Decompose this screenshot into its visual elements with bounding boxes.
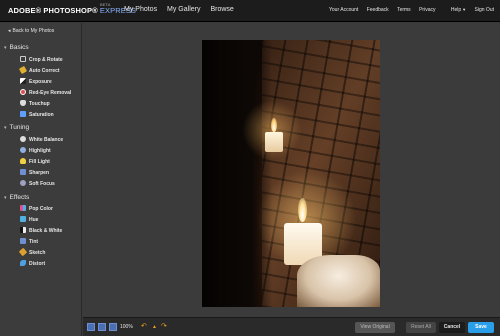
- view-single-icon[interactable]: [87, 323, 95, 331]
- triangle-down-icon: ▾: [4, 195, 7, 201]
- tool-label: Red-Eye Removal: [29, 90, 72, 96]
- tool-label: Pop Color: [29, 206, 53, 212]
- editing-canvas[interactable]: [83, 23, 500, 317]
- undo-icon[interactable]: ↶: [141, 323, 147, 331]
- bottom-toolbar: 100% ↶ ▲ ↷ View Original Reset All Cance…: [83, 317, 500, 336]
- triangle-down-icon: ▾: [4, 125, 7, 131]
- pop-color-icon: [20, 205, 26, 211]
- hue-icon: [20, 216, 26, 222]
- tool-highlight[interactable]: Highlight: [20, 147, 51, 155]
- highlight-icon: [20, 147, 26, 153]
- soft-focus-icon: [20, 180, 26, 186]
- link-terms[interactable]: Terms: [397, 7, 411, 13]
- triangle-up-icon[interactable]: ▲: [152, 323, 157, 331]
- bw-icon: [20, 227, 26, 233]
- tool-label: Auto Correct: [29, 68, 60, 74]
- distort-icon: [20, 260, 26, 266]
- tools-sidebar: ◂ Back to My Photos ▾ Basics Crop & Rotate…: [0, 23, 82, 336]
- tool-tint[interactable]: Tint: [20, 238, 38, 246]
- tool-label: Hue: [29, 217, 39, 223]
- sketch-icon: [18, 247, 28, 257]
- tool-pop-color[interactable]: Pop Color: [20, 205, 53, 213]
- bulb-icon: [20, 158, 26, 164]
- tool-crop-rotate[interactable]: Crop & Rotate: [20, 56, 63, 64]
- tool-label: Fill Light: [29, 159, 50, 165]
- eye-icon: [20, 89, 26, 95]
- section-basics-header[interactable]: ▾ Basics: [4, 44, 29, 51]
- sharpen-icon: [20, 169, 26, 175]
- top-bar: ADOBE® PHOTOSHOP® EXPRESS BETA My Photos…: [0, 0, 500, 22]
- saturation-icon: [20, 111, 26, 117]
- section-title: Tuning: [9, 124, 30, 131]
- chevron-down-icon: ▼: [462, 7, 467, 12]
- account-links: Your Account Feedback Terms Privacy Help…: [322, 7, 494, 13]
- view-actual-icon[interactable]: [109, 323, 117, 331]
- app-logo[interactable]: ADOBE® PHOTOSHOP® EXPRESS BETA: [8, 2, 136, 15]
- tool-label: Touchup: [29, 101, 50, 107]
- tool-label: Crop & Rotate: [29, 57, 63, 63]
- tool-black-white[interactable]: Black & White: [20, 227, 62, 235]
- view-original-button[interactable]: View Original: [355, 322, 395, 333]
- tool-sharpen[interactable]: Sharpen: [20, 169, 49, 177]
- tool-exposure[interactable]: Exposure: [20, 78, 52, 86]
- tool-sketch[interactable]: Sketch: [18, 247, 46, 257]
- photo-wax: [297, 255, 380, 307]
- tool-white-balance[interactable]: White Balance: [20, 136, 63, 144]
- white-balance-icon: [20, 136, 26, 142]
- nav-my-photos[interactable]: My Photos: [124, 6, 157, 13]
- brand-beta: BETA: [100, 2, 111, 7]
- tool-distort[interactable]: Distort: [20, 260, 45, 268]
- tool-label: Saturation: [29, 112, 54, 118]
- tool-red-eye-removal[interactable]: Red-Eye Removal: [20, 89, 71, 97]
- cancel-button[interactable]: Cancel: [439, 322, 465, 333]
- tool-label: Distort: [29, 261, 46, 267]
- tool-touchup[interactable]: Touchup: [20, 100, 50, 108]
- zoom-level: 100%: [120, 324, 133, 330]
- main-nav: My Photos My Gallery Browse: [124, 6, 242, 13]
- photo-candles[interactable]: [202, 40, 380, 307]
- link-your-account[interactable]: Your Account: [329, 7, 358, 13]
- tool-label: Soft Focus: [29, 181, 55, 187]
- tool-label: Black & White: [29, 228, 63, 234]
- section-title: Effects: [9, 194, 30, 201]
- tool-fill-light[interactable]: Fill Light: [20, 158, 50, 166]
- link-privacy[interactable]: Privacy: [419, 7, 435, 13]
- back-label: Back to My Photos: [12, 28, 55, 34]
- link-help[interactable]: Help▼: [444, 7, 466, 13]
- save-button[interactable]: Save: [468, 322, 494, 333]
- tool-label: Sharpen: [29, 170, 50, 176]
- tool-saturation[interactable]: Saturation: [20, 111, 54, 119]
- tool-hue[interactable]: Hue: [20, 216, 38, 224]
- photo-flame: [298, 198, 307, 222]
- hand-icon: [20, 100, 26, 106]
- arrow-left-icon: ◂: [8, 28, 11, 34]
- section-tuning-header[interactable]: ▾ Tuning: [4, 124, 29, 131]
- wand-icon: [18, 65, 28, 75]
- tool-soft-focus[interactable]: Soft Focus: [20, 180, 55, 188]
- nav-my-gallery[interactable]: My Gallery: [167, 6, 200, 13]
- tool-label: Sketch: [29, 250, 46, 256]
- crop-icon: [20, 56, 26, 62]
- photo-candle-small: [265, 132, 283, 152]
- photo-flame: [271, 118, 277, 132]
- tool-auto-correct[interactable]: Auto Correct: [18, 65, 60, 75]
- back-to-my-photos-link[interactable]: ◂ Back to My Photos: [8, 28, 54, 34]
- redo-icon[interactable]: ↷: [161, 323, 167, 331]
- help-label: Help: [450, 7, 462, 13]
- exposure-icon: [20, 78, 26, 84]
- brand-main: ADOBE® PHOTOSHOP®: [8, 6, 98, 15]
- link-feedback[interactable]: Feedback: [367, 7, 389, 13]
- reset-all-button[interactable]: Reset All: [406, 322, 436, 333]
- section-title: Basics: [9, 44, 29, 51]
- view-fit-icon[interactable]: [98, 323, 106, 331]
- nav-browse[interactable]: Browse: [210, 6, 233, 13]
- section-effects-header[interactable]: ▾ Effects: [4, 194, 29, 201]
- tool-label: Tint: [29, 239, 39, 245]
- triangle-down-icon: ▾: [4, 45, 7, 51]
- tool-label: Exposure: [29, 79, 52, 85]
- tool-label: White Balance: [29, 137, 64, 143]
- link-sign-out[interactable]: Sign Out: [475, 7, 494, 13]
- tint-icon: [20, 238, 26, 244]
- tool-label: Highlight: [29, 148, 51, 154]
